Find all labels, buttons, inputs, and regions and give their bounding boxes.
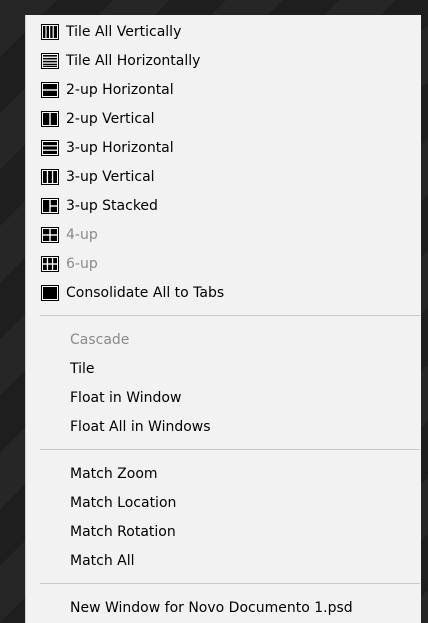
menu-item-label: Tile All Vertically	[66, 23, 182, 40]
four-up-icon	[41, 226, 59, 243]
two-up-vertical-icon	[41, 110, 59, 127]
menu-item-label: 6-up	[66, 255, 98, 272]
tile-all-horizontally-icon	[41, 52, 59, 69]
menu-separator	[40, 583, 420, 584]
menu-item-label: Match Rotation	[70, 523, 176, 540]
three-up-horizontal-icon	[41, 139, 59, 156]
menu-item-match-all[interactable]: Match All	[26, 546, 422, 575]
menu-item-match-location[interactable]: Match Location	[26, 488, 422, 517]
menu-item-label: 3-up Horizontal	[66, 139, 174, 156]
menu-item-label: Float in Window	[70, 389, 182, 406]
menu-item-label: Tile All Horizontally	[66, 52, 201, 69]
menu-item-consolidate-all-to-tabs[interactable]: Consolidate All to Tabs	[26, 278, 422, 307]
menu-item-float-all-in-windows[interactable]: Float All in Windows	[26, 412, 422, 441]
six-up-icon	[41, 255, 59, 272]
menu-item-label: 4-up	[66, 226, 98, 243]
menu-item-label: 3-up Vertical	[66, 168, 155, 185]
menu-item-label: 3-up Stacked	[66, 197, 158, 214]
menu-item-3up-vertical[interactable]: 3-up Vertical	[26, 162, 422, 191]
menu-item-6up[interactable]: 6-up	[26, 249, 422, 278]
menu-item-label: Cascade	[70, 331, 130, 348]
menu-item-label: Match Location	[70, 494, 177, 511]
menu-item-float-in-window[interactable]: Float in Window	[26, 383, 422, 412]
menu-item-label: 2-up Vertical	[66, 110, 155, 127]
menu-item-tile[interactable]: Tile	[26, 354, 422, 383]
menu-item-label: Match All	[70, 552, 135, 569]
menu-item-label: Float All in Windows	[70, 418, 211, 435]
menu-item-cascade[interactable]: Cascade	[26, 325, 422, 354]
menu-item-new-window[interactable]: New Window for Novo Documento 1.psd	[26, 593, 422, 622]
three-up-vertical-icon	[41, 168, 59, 185]
menu-item-3up-horizontal[interactable]: 3-up Horizontal	[26, 133, 422, 162]
menu-item-match-rotation[interactable]: Match Rotation	[26, 517, 422, 546]
menu-item-4up[interactable]: 4-up	[26, 220, 422, 249]
menu-separator	[40, 315, 420, 316]
menu-item-label: New Window for Novo Documento 1.psd	[70, 599, 353, 616]
menu-item-3up-stacked[interactable]: 3-up Stacked	[26, 191, 422, 220]
menu-item-label: Tile	[70, 360, 95, 377]
menu-item-label: 2-up Horizontal	[66, 81, 174, 98]
menu-item-label: Match Zoom	[70, 465, 158, 482]
tile-all-vertically-icon	[41, 23, 59, 40]
menu-item-2up-horizontal[interactable]: 2-up Horizontal	[26, 75, 422, 104]
menu-item-tile-all-horizontally[interactable]: Tile All Horizontally	[26, 46, 422, 75]
menu-separator	[40, 449, 420, 450]
three-up-stacked-icon	[41, 197, 59, 214]
menu-item-2up-vertical[interactable]: 2-up Vertical	[26, 104, 422, 133]
menu-item-label: Consolidate All to Tabs	[66, 284, 225, 301]
two-up-horizontal-icon	[41, 81, 59, 98]
menu-item-match-zoom[interactable]: Match Zoom	[26, 459, 422, 488]
arrange-menu: Tile All Vertically Tile All Horizontall…	[25, 15, 421, 623]
consolidate-tabs-icon	[41, 284, 59, 301]
menu-item-tile-all-vertically[interactable]: Tile All Vertically	[26, 17, 422, 46]
